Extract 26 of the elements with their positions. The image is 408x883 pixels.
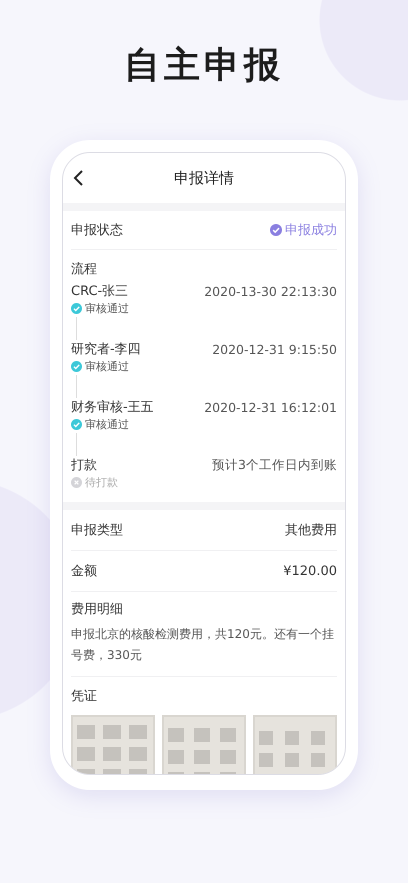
details-text: 申报北京的核酸检测费用，共120元。还有一个挂号费，330元 (71, 626, 335, 664)
step-status: 审核通过 (85, 301, 129, 316)
step-status: 审核通过 (85, 359, 129, 374)
section-label: 流程 (71, 261, 98, 279)
step-status: 待打款 (85, 475, 118, 490)
step-name: 打款 (71, 457, 97, 474)
step-info: 2020-13-30 22:13:30 (204, 284, 337, 298)
page-title: 申报详情 (174, 168, 234, 188)
status-text: 申报成功 (285, 222, 337, 239)
check-icon (270, 224, 282, 236)
section-label: 凭证 (71, 688, 98, 705)
section-label: 费用明细 (71, 601, 124, 618)
headline: 自主申报 (124, 44, 284, 88)
step-status: 审核通过 (85, 417, 129, 432)
step-info: 2020-12-31 9:15:50 (212, 342, 337, 356)
step-name: 研究者-李四 (71, 341, 141, 358)
field-value: 其他费用 (285, 522, 337, 539)
field-label: 申报类型 (71, 522, 123, 539)
step-info: 预计3个工作日内到账 (212, 456, 337, 474)
step-info: 2020-12-31 16:12:01 (204, 400, 337, 414)
field-label: 金额 (71, 563, 97, 580)
step-name: 财务审核-王五 (71, 399, 154, 416)
back-icon[interactable] (73, 170, 85, 186)
step-name: CRC-张三 (71, 283, 128, 300)
field-value: ¥120.00 (283, 564, 337, 578)
field-label: 申报状态 (71, 222, 123, 239)
